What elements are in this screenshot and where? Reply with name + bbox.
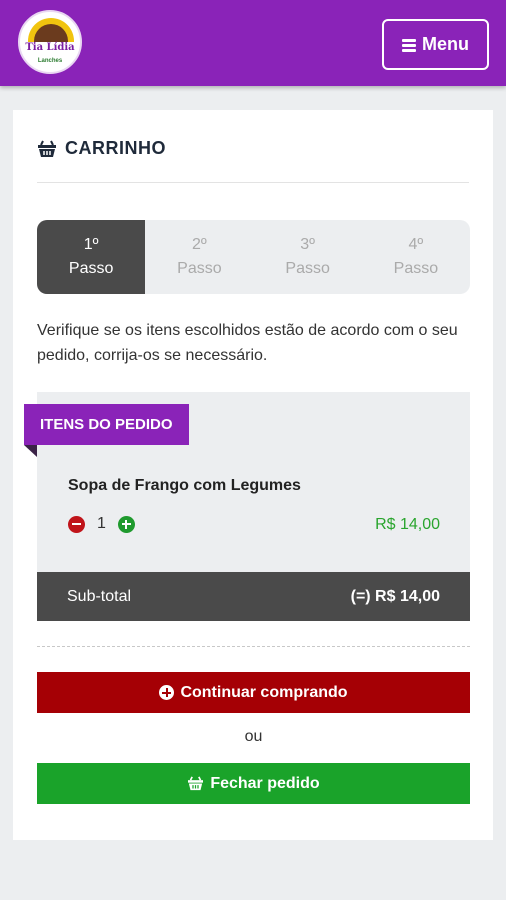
quantity-stepper: 1 [68,515,135,533]
menu-label: Menu [422,34,469,54]
tag-fold [24,445,37,457]
step-number: 2º [192,236,207,253]
step-label: Passo [68,260,114,277]
step-indicator: 1º Passo 2º Passo 3º Passo 4º Passo [37,220,470,294]
subtotal-label: Sub-total [67,587,132,605]
brand-logo[interactable]: Tia Lídia Lanches [18,10,82,74]
instructions-text: Verifique se os itens escolhidos estão d… [37,322,458,364]
step-number: 1º [83,236,99,253]
step-4: 4º Passo [362,220,470,294]
subtotal-bar: Sub-total (=) R$ 14,00 [37,572,470,621]
continue-label: Continuar comprando [180,683,348,701]
hamburger-icon [402,38,416,52]
cart-header: CARRINHO [37,138,166,159]
dashed-divider [37,646,470,647]
continue-shopping-button[interactable]: Continuar comprando [37,672,470,713]
basket-icon [38,140,56,157]
order-items-tag: ITENS DO PEDIDO [24,404,189,445]
item-price: R$ 14,00 [375,516,440,533]
basket-icon [188,776,204,791]
plus-circle-icon[interactable] [117,515,135,533]
close-order-button[interactable]: Fechar pedido [37,763,470,804]
page-title: CARRINHO [65,138,166,158]
title-divider [37,182,469,183]
step-label: Passo [393,260,439,277]
subtotal-value: (=) R$ 14,00 [350,587,440,605]
item-name: Sopa de Frango com Legumes [68,477,301,494]
order-items-panel: ITENS DO PEDIDO Sopa de Frango com Legum… [24,392,470,621]
step-label: Passo [177,260,222,277]
quantity-value: 1 [97,515,106,532]
top-bar: Tia Lídia Lanches Menu [0,0,506,86]
step-number: 3º [300,236,315,253]
step-2: 2º Passo [145,220,253,294]
logo-name: Tia Lídia [25,42,75,53]
step-1: 1º Passo [37,220,146,294]
cart-card: CARRINHO 1º Passo 2º Passo 3º Passo 4º P… [13,110,493,840]
step-3: 3º Passo [254,220,362,294]
logo-subtitle: Lanches [37,58,63,64]
step-number: 4º [408,236,424,253]
plus-circle-icon [159,685,175,700]
menu-button[interactable]: Menu [382,19,489,70]
close-order-label: Fechar pedido [210,774,320,792]
or-separator: ou [244,728,263,745]
step-label: Passo [285,260,330,277]
minus-circle-icon[interactable] [68,515,85,533]
